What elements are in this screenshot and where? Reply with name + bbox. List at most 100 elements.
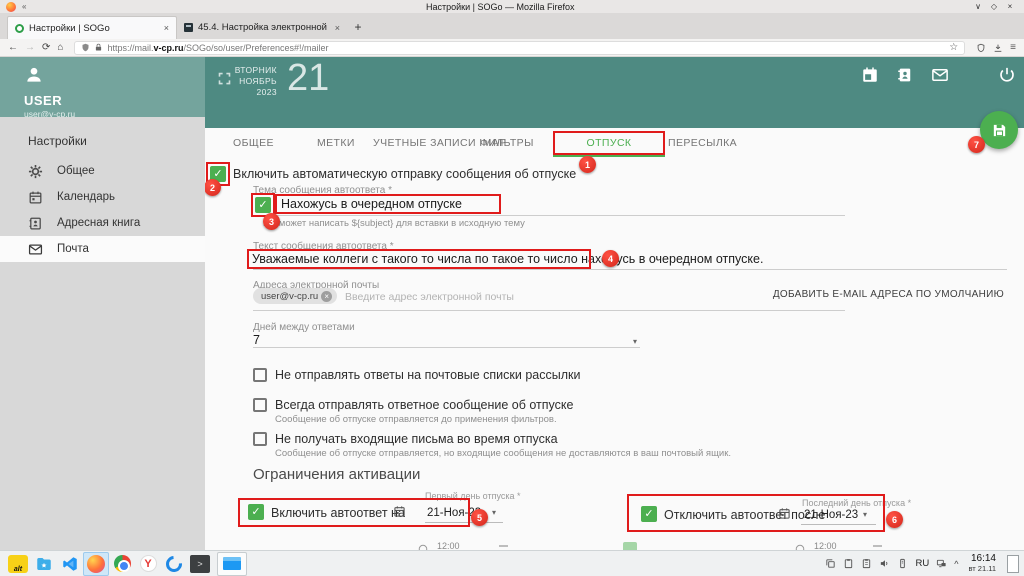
tray-time: 16:14 (968, 554, 996, 564)
menu-icon[interactable]: ≡ (1010, 42, 1016, 53)
sidebar-item-mail[interactable]: Почта (0, 236, 205, 262)
time-caret-icon (873, 545, 882, 547)
shield-icon[interactable] (81, 43, 90, 52)
sputnik-icon (163, 552, 186, 575)
downloads-icon[interactable] (993, 43, 1003, 53)
sidebar-menu: Настройки Общее Календарь Адресная книга… (0, 117, 205, 550)
addressbook-app-icon[interactable] (896, 66, 914, 84)
calendar-app-icon[interactable] (861, 66, 879, 84)
copy-pages-icon[interactable] (825, 558, 836, 569)
clipboard-icon[interactable] (861, 558, 872, 569)
tab-filters[interactable]: ФИЛЬТРЫ (480, 131, 534, 155)
annotation-badge-5: 5 (471, 509, 488, 526)
open-file-manager-window[interactable] (217, 552, 247, 576)
option-always-send-checkbox[interactable] (253, 398, 267, 412)
tab-vacation-label: ОТПУСК (587, 137, 632, 149)
yandex-launcher[interactable]: Y (135, 552, 161, 576)
sidebar-title: Настройки (0, 130, 205, 158)
home-button[interactable]: ⌂ (57, 39, 63, 57)
chrome-launcher[interactable] (109, 552, 135, 576)
enable-vacation-label: Включить автоматическую отправку сообщен… (233, 167, 576, 181)
basealt-launcher[interactable]: alt (5, 552, 31, 576)
mail-app-icon[interactable] (931, 66, 949, 84)
option-discard-mail-checkbox[interactable] (253, 432, 267, 446)
mail-icon (28, 242, 43, 257)
yandex-icon: Y (140, 555, 157, 572)
activation-section-title: Ограничения активации (253, 466, 420, 483)
url-text[interactable]: https://mail.v-cp.ru/SOGo/so/user/Prefer… (107, 43, 945, 53)
first-day-caret-icon[interactable]: ▾ (492, 508, 496, 517)
annotation-badge-6: 6 (886, 511, 903, 528)
close-button[interactable]: × (1002, 2, 1018, 11)
url-bar[interactable]: https://mail.v-cp.ru/SOGo/so/user/Prefer… (74, 41, 965, 55)
save-button[interactable] (980, 111, 1018, 149)
keep-above-icon[interactable]: « (22, 2, 26, 11)
email-chip-value: user@v-cp.ru (261, 291, 318, 302)
browser-tab-docs[interactable]: 45.4. Настройка электронной × (177, 16, 347, 39)
keyboard-layout-indicator[interactable]: RU (915, 558, 929, 569)
browser-tabbar: Настройки | SOGo × 45.4. Настройка элект… (0, 13, 1024, 39)
clipboard-icon[interactable] (843, 558, 854, 569)
days-caret-icon[interactable]: ▾ (633, 337, 637, 346)
bookmark-star-icon[interactable]: ☆ (949, 42, 958, 53)
vscode-icon (61, 555, 79, 573)
sidebar-item-addressbook[interactable]: Адресная книга (0, 210, 205, 236)
text-underline (253, 269, 1007, 270)
time-caret-icon (499, 545, 508, 547)
reload-button[interactable]: ⟳ (42, 39, 50, 57)
sidebar-item-calendar[interactable]: Календарь (0, 184, 205, 210)
display-network-icon[interactable] (936, 558, 947, 569)
firefox-taskbar-item[interactable] (83, 552, 109, 576)
partial-checkbox (623, 542, 637, 550)
gear-icon (28, 164, 43, 179)
vscode-launcher[interactable] (57, 552, 83, 576)
annotation-badge-2: 2 (205, 179, 221, 196)
user-block: USER user@v-cp.ru (0, 57, 205, 117)
clock-icon (795, 541, 805, 550)
maximize-button[interactable]: ◇ (986, 2, 1002, 11)
email-chip: user@v-cp.ru × (253, 288, 337, 304)
file-manager-launcher[interactable] (31, 552, 57, 576)
window-titlebar: « Настройки | SOGo — Mozilla Firefox ∨ ◇… (0, 0, 1024, 13)
add-default-email-button[interactable]: ДОБАВИТЬ E-MAIL АДРЕСА ПО УМОЛЧАНИЮ (773, 289, 1004, 300)
tab-general[interactable]: ОБЩЕЕ (233, 131, 274, 155)
logout-power-icon[interactable] (998, 66, 1016, 84)
sputnik-launcher[interactable] (161, 552, 187, 576)
sidebar-item-label: Календарь (57, 191, 115, 203)
last-day-time-select[interactable]: 12:00 (814, 541, 837, 550)
volume-icon[interactable] (879, 558, 890, 569)
date-block: ВТОРНИК НОЯБРЬ 2023 (205, 65, 277, 98)
new-tab-button[interactable]: + (347, 16, 369, 39)
sidebar-item-general[interactable]: Общее (0, 158, 205, 184)
annotation-badge-1: 1 (579, 156, 596, 173)
year-label: 2023 (205, 87, 277, 98)
option-no-lists-checkbox[interactable] (253, 368, 267, 382)
protections-shield-icon[interactable] (976, 43, 986, 53)
email-underline (253, 310, 845, 311)
lock-icon (94, 43, 103, 52)
minimize-button[interactable]: ∨ (970, 2, 986, 11)
tab-labels[interactable]: МЕТКИ (317, 131, 355, 155)
subject-hint: Вы может написать ${subject} для вставки… (263, 218, 525, 229)
tab-close-icon[interactable]: × (335, 23, 340, 33)
back-button[interactable]: ← (8, 39, 18, 57)
clock-widget[interactable]: 16:14 вт 21.11 (968, 554, 996, 574)
sidebar-item-label: Адресная книга (57, 217, 140, 229)
sidebar-item-label: Общее (57, 165, 95, 177)
tray-expand-icon[interactable]: ^ (954, 559, 958, 569)
email-input[interactable]: Введите адрес электронной почты (345, 291, 514, 303)
chip-remove-icon[interactable]: × (321, 291, 332, 302)
show-desktop-button[interactable] (1007, 555, 1019, 573)
tab-forwarding[interactable]: ПЕРЕСЫЛКА (668, 131, 737, 155)
basealt-icon: alt (8, 555, 28, 573)
browser-tab-sogo[interactable]: Настройки | SOGo × (7, 16, 177, 39)
terminal-launcher[interactable]: > (187, 552, 213, 576)
active-tab-indicator (553, 155, 665, 157)
option-always-send-hint: Сообщение об отпуске отправляется до при… (275, 414, 557, 425)
forward-button[interactable]: → (25, 39, 35, 57)
days-select[interactable]: 7 (253, 333, 260, 347)
tab-vacation[interactable]: ОТПУСК (553, 131, 665, 155)
device-icon[interactable] (897, 558, 908, 569)
tab-close-icon[interactable]: × (164, 23, 169, 33)
first-day-time-select[interactable]: 12:00 (437, 541, 460, 550)
